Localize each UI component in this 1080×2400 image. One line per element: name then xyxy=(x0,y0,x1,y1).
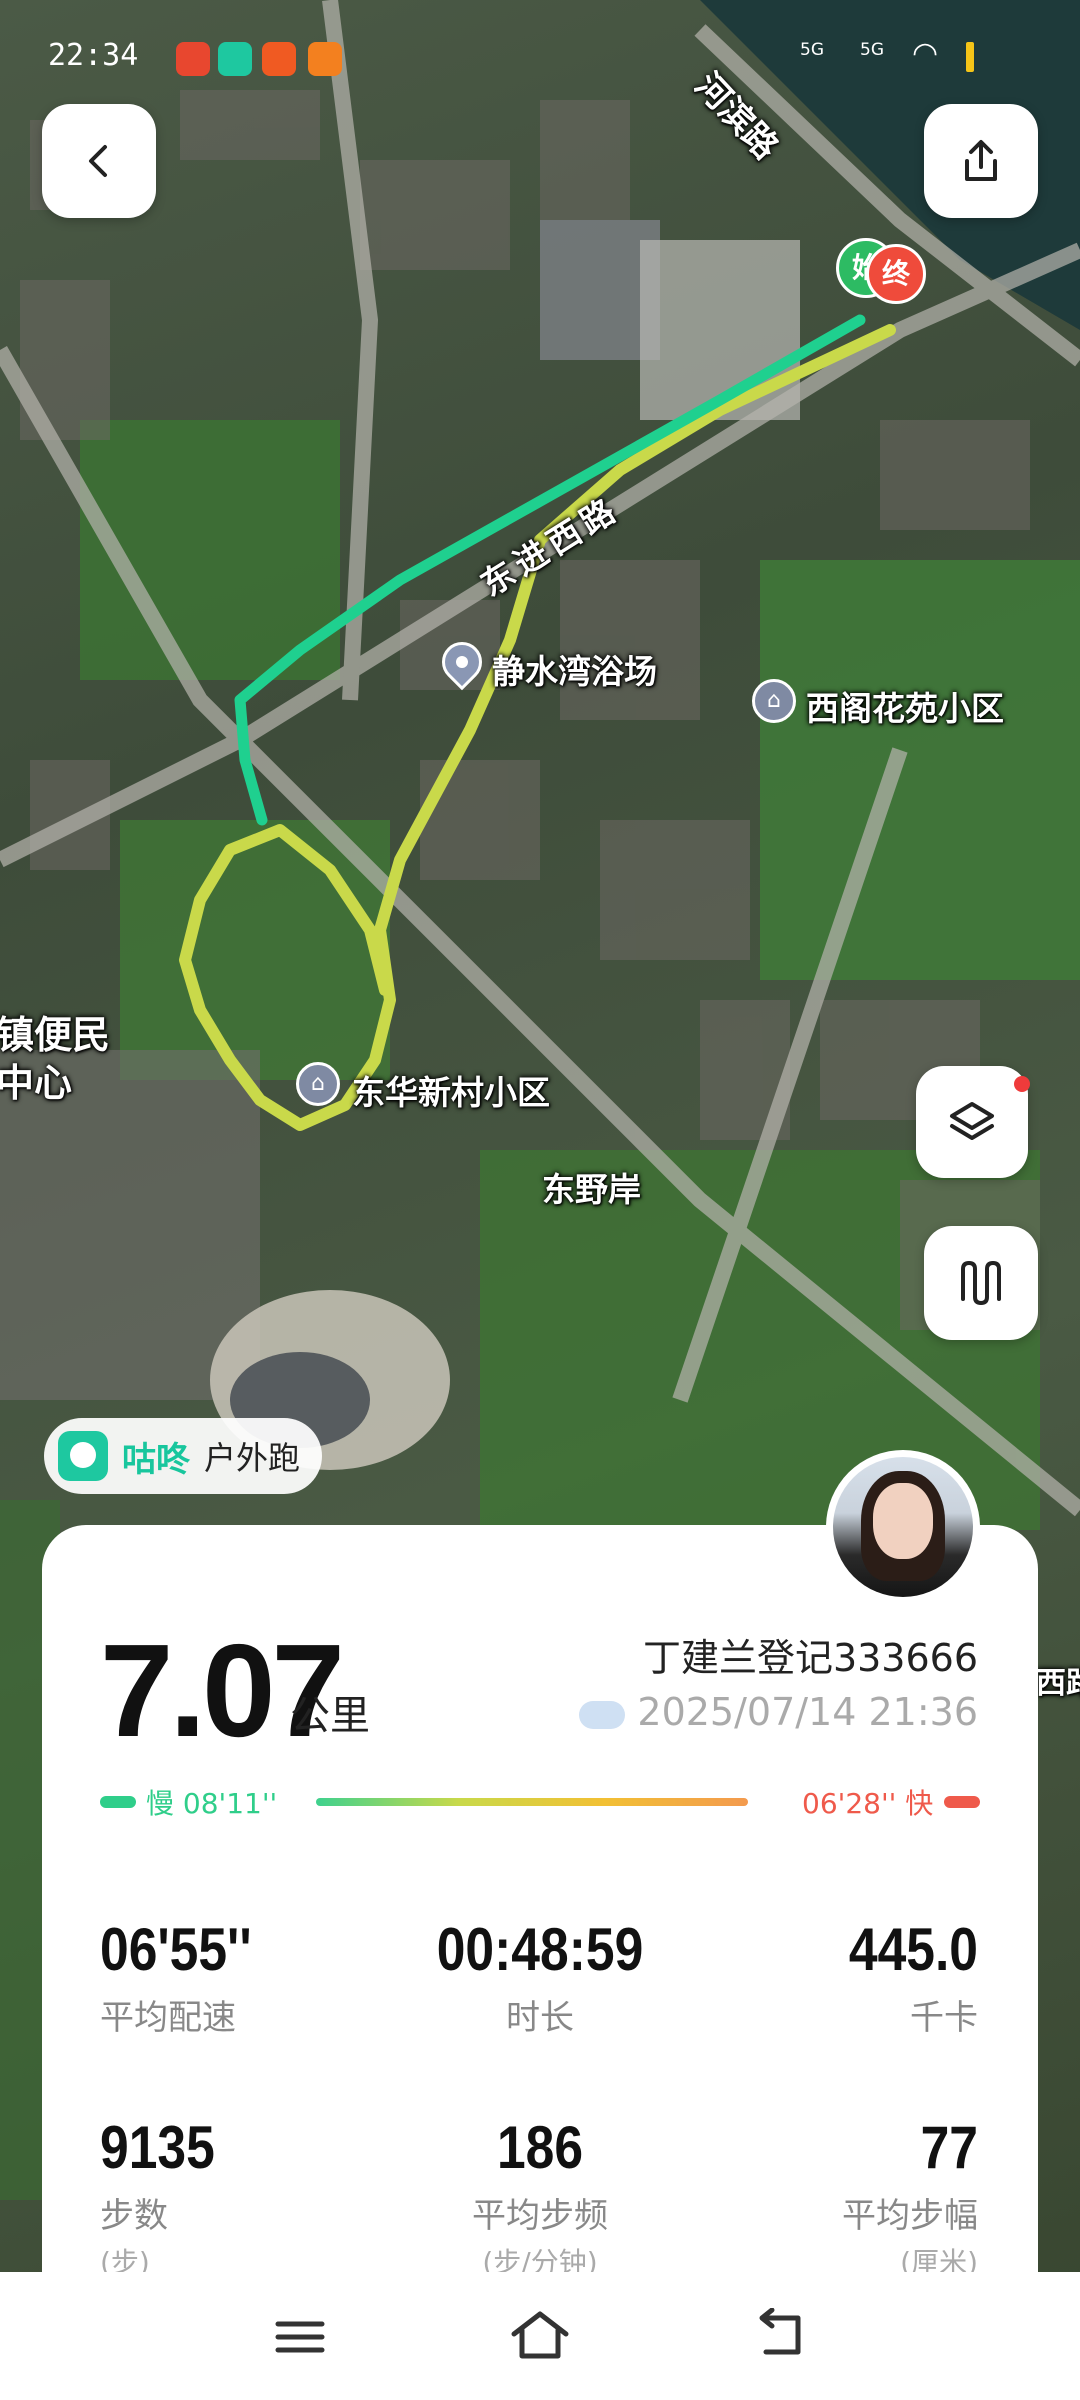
elevation-wave-icon xyxy=(961,1260,1001,1306)
poi-label-bath[interactable]: 静水湾浴场 xyxy=(492,645,657,693)
stat-label: 平均步幅 xyxy=(842,2196,978,2236)
back-button[interactable] xyxy=(42,104,156,218)
stat-avg-pace: 06'55'' 平均配速 xyxy=(100,1915,380,2039)
stat-label: 平均步频 xyxy=(472,2196,608,2236)
app-icon xyxy=(218,42,252,76)
share-button[interactable] xyxy=(924,104,1038,218)
back-arrow-icon xyxy=(89,145,107,177)
cloud-icon xyxy=(579,1700,626,1729)
app-icon xyxy=(262,42,296,76)
stat-steps: 9135 步数 (步) xyxy=(100,2113,380,2281)
avatar[interactable] xyxy=(826,1450,980,1604)
codoon-logo-icon xyxy=(58,1431,108,1481)
share-icon xyxy=(965,140,997,181)
layers-icon xyxy=(950,1102,994,1140)
user-name: 丁建兰登记333666 xyxy=(642,1636,978,1680)
menu-icon[interactable] xyxy=(270,2312,330,2362)
road-label-edge: 西路 xyxy=(1036,1666,1080,1701)
brand-name: 咕咚 xyxy=(122,1439,190,1480)
area-label-left-1: 镇便民 xyxy=(0,1013,111,1057)
battery-icon xyxy=(966,42,974,72)
area-label-left-2: 中心 xyxy=(0,1061,73,1105)
pace-range-bar: 慢 08'11'' 06'28'' 快 xyxy=(100,1782,980,1822)
stat-duration: 00:48:59 时长 xyxy=(390,1915,690,2039)
status-bar: 22:34 5G 5G ◠ xyxy=(0,30,1080,90)
avatar-photo xyxy=(833,1457,973,1597)
app-icon xyxy=(308,42,342,76)
back-nav-icon[interactable] xyxy=(748,2308,812,2362)
end-marker: 终 xyxy=(866,244,926,304)
home-icon[interactable] xyxy=(508,2308,572,2362)
notification-dot xyxy=(1014,1076,1030,1092)
stat-label: 千卡 xyxy=(910,1998,978,2038)
system-nav-bar xyxy=(0,2272,1080,2400)
app-activity-badge: 咕咚 户外跑 xyxy=(44,1418,323,1494)
distance-unit: 公里 xyxy=(290,1693,370,1739)
fast-pace-label: 06'28'' 快 xyxy=(802,1787,934,1820)
stat-value: 77 xyxy=(920,2114,978,2181)
slow-pace-label: 慢 08'11'' xyxy=(146,1787,278,1820)
map-layers-button[interactable] xyxy=(916,1066,1030,1178)
pace-gradient xyxy=(316,1798,748,1806)
community-icon: ⌂ xyxy=(296,1062,340,1106)
community-icon: ⌂ xyxy=(752,679,796,723)
fast-pace-dot xyxy=(944,1796,980,1808)
stat-value: 00:48:59 xyxy=(436,1916,644,1983)
poi-label-xige[interactable]: 西阁花苑小区 xyxy=(806,682,1004,730)
stat-label: 步数 xyxy=(100,2196,168,2236)
stat-calories: 445.0 千卡 xyxy=(698,1915,978,2039)
stat-value: 445.0 xyxy=(848,1916,978,1983)
poi-label-donghua[interactable]: 东华新村小区 xyxy=(352,1066,550,1114)
stats-card: 7.07 公里 丁建兰登记333666 2025/07/14 21:36 慢 0… xyxy=(42,1525,1038,2285)
area-label-dongye: 东野岸 xyxy=(542,1170,641,1209)
status-time: 22:34 xyxy=(48,38,139,73)
activity-type: 户外跑 xyxy=(204,1439,301,1477)
stat-value: 9135 xyxy=(100,2114,215,2181)
activity-datetime-row: 2025/07/14 21:36 xyxy=(579,1690,978,1734)
signal-icon: 5G xyxy=(800,40,824,60)
wifi-icon: ◠ xyxy=(912,36,939,71)
stat-stride: 77 平均步幅 (厘米) xyxy=(698,2113,978,2281)
stat-value: 06'55'' xyxy=(100,1916,252,1983)
stat-label: 平均配速 xyxy=(100,1998,236,2038)
stat-value: 186 xyxy=(496,2114,584,2181)
stat-label: 时长 xyxy=(506,1998,574,2038)
stat-cadence: 186 平均步频 (步/分钟) xyxy=(390,2113,690,2281)
activity-datetime: 2025/07/14 21:36 xyxy=(637,1690,978,1734)
slow-pace-dot xyxy=(100,1796,136,1808)
route-chart-button[interactable] xyxy=(924,1226,1038,1340)
app-icon xyxy=(176,42,210,76)
signal-icon: 5G xyxy=(860,40,884,60)
